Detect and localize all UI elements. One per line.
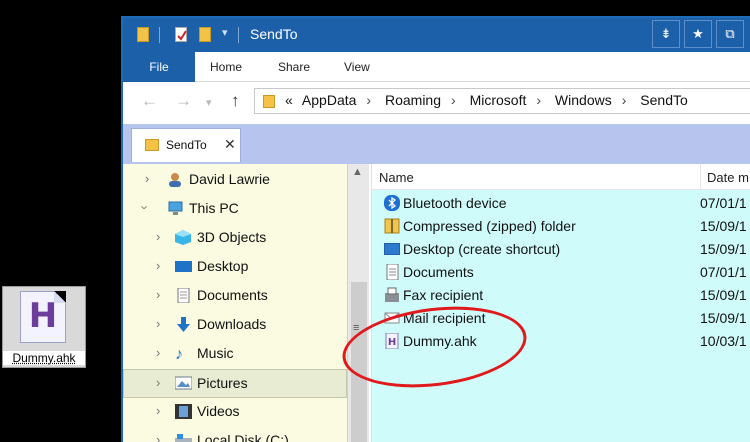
list-item[interactable]: Desktop (create shortcut) 15/09/1 (378, 238, 750, 261)
navigation-pane: › David Lawrie › This PC › 3D Objects › (123, 164, 347, 442)
nav-item-local-disk[interactable]: › Local Disk (C:) (123, 427, 347, 442)
nav-item-downloads[interactable]: › Downloads (123, 311, 347, 340)
breadcrumb-sendto[interactable]: SendTo (640, 92, 687, 108)
folder-tab-strip: SendTo ✕ (123, 124, 750, 164)
nav-pane-scrollbar[interactable]: ▲ ≡ (347, 164, 369, 442)
close-icon[interactable]: ✕ (224, 136, 236, 153)
favorite-star-icon[interactable]: ★ (684, 20, 712, 48)
breadcrumb: « AppData › Roaming › Microsoft › Windows › … (285, 92, 688, 108)
folder-tab-label: SendTo (166, 138, 207, 152)
desktop-file-dummy-ahk[interactable]: H Dummy.ahk (2, 286, 86, 368)
folder-tab-sendto[interactable]: SendTo ✕ (131, 128, 241, 162)
chevron-right-icon[interactable]: › (156, 403, 160, 418)
chevron-right-icon[interactable]: › (156, 432, 160, 442)
nav-item-music[interactable]: › ♪ Music (123, 340, 347, 369)
address-folder-icon (263, 95, 275, 108)
desktop-icon-label: Dummy.ahk (3, 351, 85, 365)
chevron-down-icon[interactable]: › (138, 205, 153, 209)
window-menu-icon[interactable]: ⧉ (716, 20, 744, 48)
title-bar: ▾ SendTo ⇟ ★ ⧉ (123, 18, 750, 52)
ahk-letter: H (28, 296, 58, 336)
video-icon (175, 404, 192, 419)
nav-item-pictures[interactable]: › Pictures (123, 369, 347, 398)
chevron-right-icon[interactable]: › (156, 316, 160, 331)
list-item[interactable]: Compressed (zipped) folder 15/09/1 (378, 215, 750, 238)
breadcrumb-roaming[interactable]: Roaming (385, 92, 441, 108)
chevron-right-icon[interactable]: › (145, 171, 149, 186)
window-folder-icon (137, 27, 149, 42)
breadcrumb-overflow[interactable]: « (285, 92, 293, 108)
nav-item-desktop[interactable]: › Desktop (123, 253, 347, 282)
chevron-right-icon[interactable]: › (156, 258, 160, 273)
list-item[interactable]: Bluetooth device 07/01/1 (378, 192, 750, 215)
scroll-up-icon[interactable]: ▲ (352, 166, 363, 178)
pin-icon[interactable]: ⇟ (652, 20, 680, 48)
column-name[interactable]: Name (379, 170, 414, 185)
cube-icon (175, 230, 192, 245)
tab-folder-icon (145, 139, 159, 151)
ribbon-tabs: File Home Share View (123, 52, 750, 82)
window-title: SendTo (250, 26, 298, 42)
back-arrow-icon[interactable]: ← (141, 91, 158, 111)
up-arrow-icon[interactable]: ↑ (231, 91, 240, 111)
user-icon (167, 172, 184, 187)
nav-item-3d-objects[interactable]: › 3D Objects (123, 224, 347, 253)
tab-home[interactable]: Home (210, 52, 242, 82)
music-icon: ♪ (175, 346, 183, 363)
chevron-right-icon[interactable]: › (156, 229, 160, 244)
quick-access-dropdown-icon[interactable]: ▾ (222, 26, 228, 39)
address-bar[interactable]: « AppData › Roaming › Microsoft › Windows › … (254, 88, 750, 114)
bluetooth-icon (384, 195, 400, 211)
breadcrumb-appdata[interactable]: AppData (302, 92, 356, 108)
nav-item-documents[interactable]: › Documents (123, 282, 347, 311)
new-folder-icon[interactable] (199, 27, 211, 42)
tab-share[interactable]: Share (278, 52, 310, 82)
documents-icon (175, 287, 192, 304)
nav-item-user[interactable]: › David Lawrie (123, 166, 347, 195)
chevron-right-icon[interactable]: › (156, 375, 160, 390)
column-date-modified[interactable]: Date m (700, 164, 749, 190)
forward-arrow-icon[interactable]: → (175, 91, 192, 111)
recent-locations-chevron-icon[interactable]: ▾ (206, 96, 212, 109)
zip-icon (384, 218, 400, 234)
disk-icon (175, 433, 192, 442)
nav-item-this-pc[interactable]: › This PC (123, 195, 347, 224)
tab-file[interactable]: File (123, 52, 195, 82)
download-icon (175, 317, 192, 332)
desktop-icon (175, 259, 192, 274)
column-header: Name Date m (372, 164, 750, 190)
desktop-shortcut-icon (384, 241, 400, 257)
computer-icon (167, 201, 184, 216)
pictures-icon (174, 376, 193, 391)
fax-icon (384, 287, 400, 303)
chevron-right-icon[interactable]: › (156, 345, 160, 360)
chevron-right-icon[interactable]: › (156, 287, 160, 302)
nav-item-videos[interactable]: › Videos (123, 398, 347, 427)
breadcrumb-windows[interactable]: Windows (555, 92, 612, 108)
properties-check-icon[interactable] (175, 27, 187, 42)
breadcrumb-microsoft[interactable]: Microsoft (470, 92, 527, 108)
documents-icon (384, 263, 400, 281)
tab-view[interactable]: View (344, 52, 370, 82)
ahk-file-icon: H (20, 291, 66, 343)
address-toolbar: ← → ▾ ↑ « AppData › Roaming › Microsoft › W… (123, 82, 750, 120)
file-list: Name Date m Bluetooth device 07/01/1 Com… (371, 164, 750, 442)
list-item[interactable]: Fax recipient 15/09/1 (378, 284, 750, 307)
list-item[interactable]: Documents 07/01/1 (378, 261, 750, 284)
